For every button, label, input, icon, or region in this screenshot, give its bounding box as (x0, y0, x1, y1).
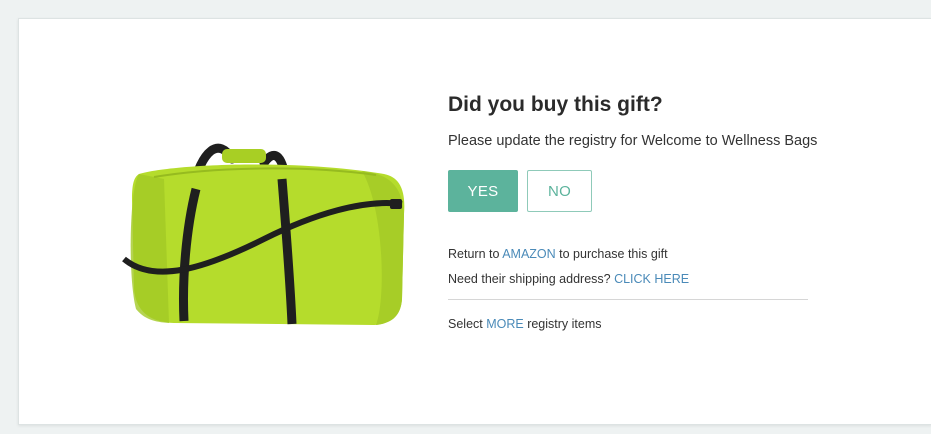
dialog-content: Did you buy this gift? Please update the… (448, 91, 908, 333)
more-prefix-text: Select (448, 317, 487, 331)
click-here-link[interactable]: CLICK HERE (614, 272, 689, 286)
return-line: Return to AMAZON to purchase this gift (448, 245, 908, 263)
dialog-subtitle: Please update the registry for Welcome t… (448, 133, 818, 149)
more-suffix-text: registry items (523, 317, 602, 331)
shipping-line: Need their shipping address? CLICK HERE (448, 270, 908, 288)
more-items-line: Select MORE registry items (448, 315, 908, 333)
return-suffix-text: to purchase this gift (555, 247, 668, 261)
duffel-bag-image (122, 143, 405, 325)
return-prefix-text: Return to (448, 247, 503, 261)
more-link[interactable]: MORE (486, 317, 524, 331)
dialog-title: Did you buy this gift? (448, 93, 663, 116)
amazon-link[interactable]: AMAZON (502, 247, 555, 261)
no-button[interactable]: NO (527, 170, 592, 212)
divider (448, 299, 808, 300)
yes-button[interactable]: YES (448, 170, 518, 212)
answer-buttons: YES NO (448, 170, 908, 212)
gift-dialog-card: Did you buy this gift? Please update the… (18, 18, 931, 425)
shipping-prefix-text: Need their shipping address? (448, 272, 615, 286)
